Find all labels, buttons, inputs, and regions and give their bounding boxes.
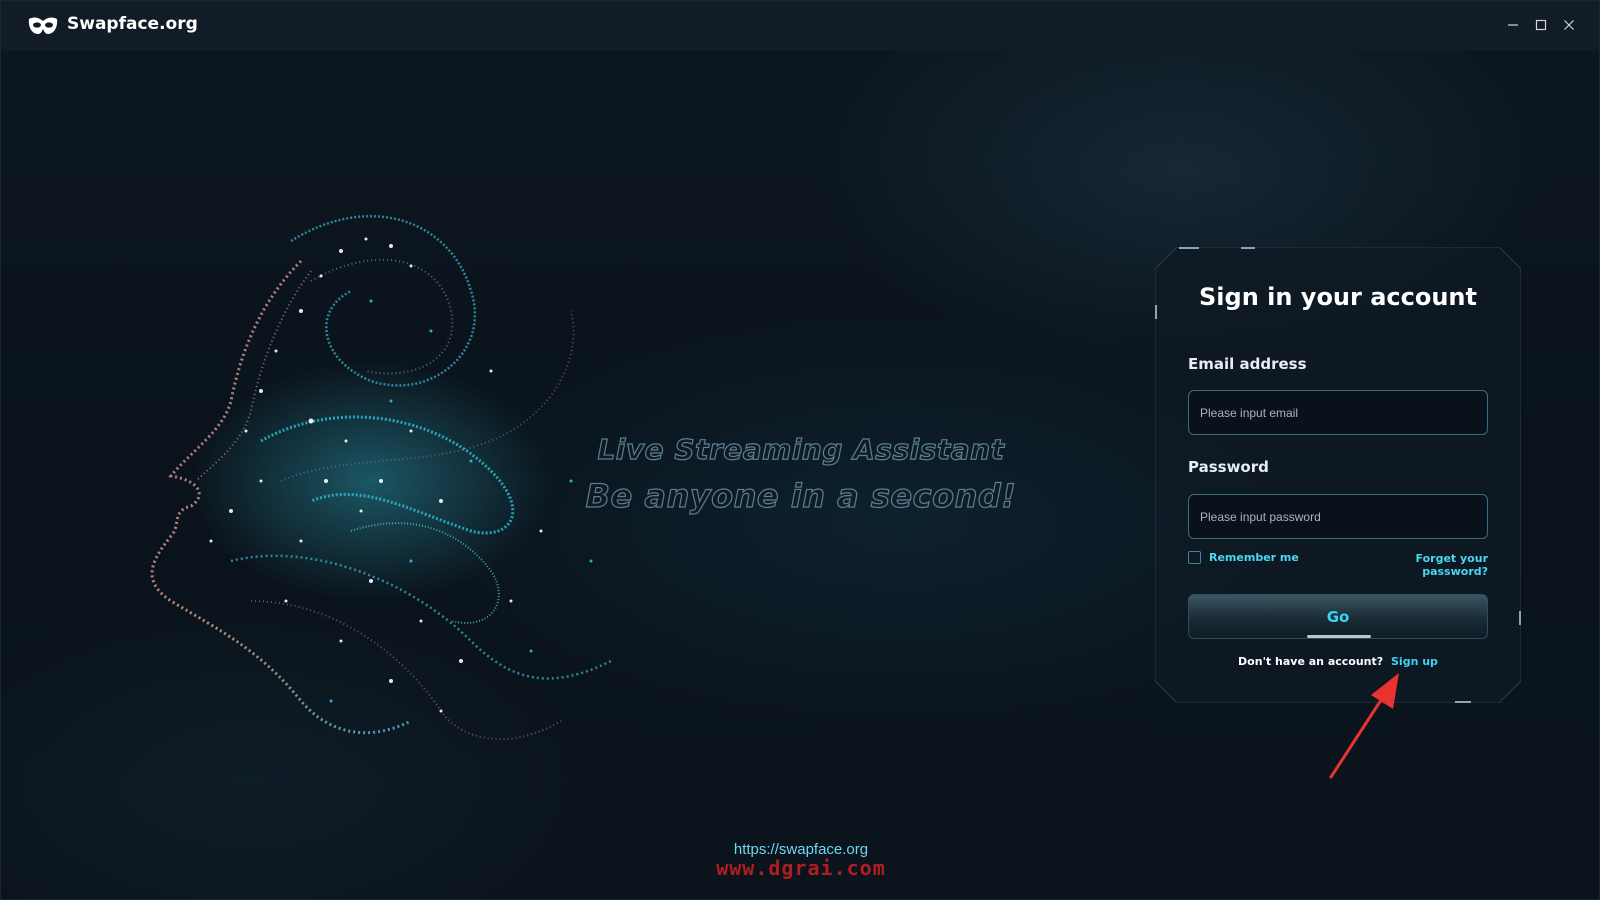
remember-me-toggle[interactable]: Remember me — [1188, 551, 1299, 564]
login-title: Sign in your account — [1199, 283, 1477, 311]
email-input[interactable] — [1188, 390, 1488, 435]
mask-logo-icon — [28, 17, 58, 34]
tagline-line-1: Live Streaming Assistant — [597, 432, 1005, 466]
go-button-label: Go — [1326, 607, 1350, 626]
signup-prompt: Don't have an account? — [1238, 655, 1384, 668]
app-window: Swapface.org Live Streaming Assistant Be… — [0, 0, 1600, 900]
remember-me-label[interactable]: Remember me — [1209, 551, 1299, 564]
email-label: Email address — [1188, 355, 1307, 373]
minimize-icon — [1508, 24, 1518, 26]
title-bar[interactable]: Swapface.org — [1, 1, 1599, 51]
close-icon — [1564, 20, 1574, 30]
maximize-icon — [1535, 19, 1547, 31]
password-input[interactable] — [1188, 494, 1488, 539]
watermark-text: www.dgrai.com — [716, 856, 886, 880]
minimize-button[interactable] — [1501, 13, 1525, 37]
maximize-button[interactable] — [1529, 13, 1553, 37]
go-button-underline — [1307, 635, 1371, 638]
tagline-line-2: Be anyone in a second! — [585, 476, 1017, 515]
password-label: Password — [1188, 458, 1269, 476]
signup-link[interactable]: Sign up — [1391, 655, 1438, 668]
app-title: Swapface.org — [67, 14, 198, 34]
go-button[interactable]: Go — [1188, 594, 1488, 639]
remember-me-checkbox[interactable] — [1188, 551, 1201, 564]
particle-face-art-icon — [150, 215, 612, 741]
forgot-password-link[interactable]: Forget your password? — [1350, 552, 1488, 578]
login-panel: Sign in your account Email address Passw… — [1155, 247, 1521, 703]
red-arrow-icon — [1329, 673, 1399, 779]
close-button[interactable] — [1557, 13, 1581, 37]
signup-row: Don't have an account? Sign up — [1155, 655, 1521, 668]
